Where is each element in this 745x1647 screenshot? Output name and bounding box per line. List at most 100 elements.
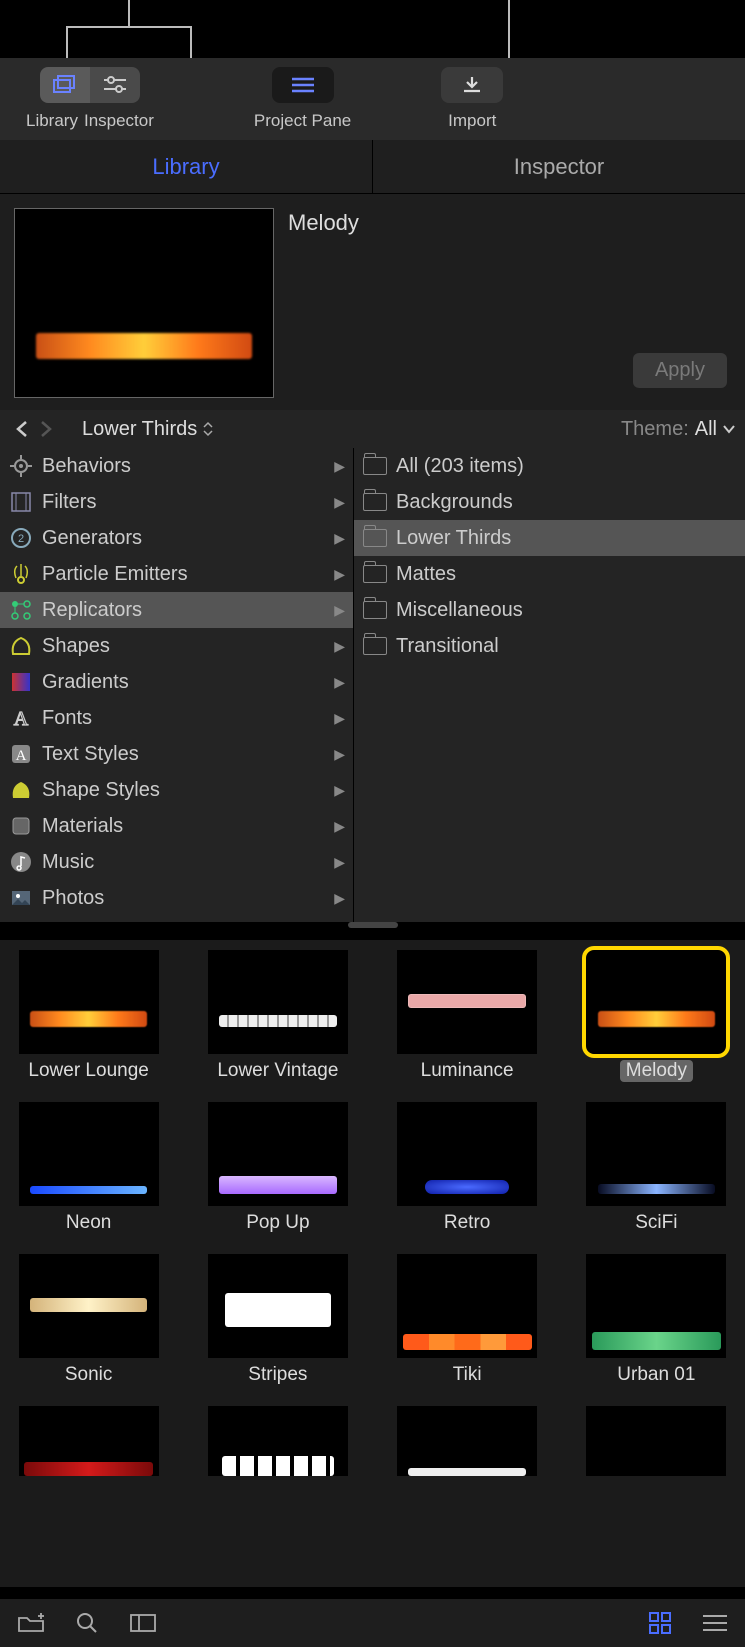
category-row[interactable]: 2Generators▶ xyxy=(0,520,353,556)
category-row[interactable]: Filters▶ xyxy=(0,484,353,520)
folder-icon xyxy=(8,921,34,922)
tab-inspector[interactable]: Inspector xyxy=(373,140,745,193)
category-row[interactable]: AFonts▶ xyxy=(0,700,353,736)
category-row[interactable]: AText Styles▶ xyxy=(0,736,353,772)
subcategory-row[interactable]: Lower Thirds xyxy=(354,520,745,556)
category-row[interactable]: Shapes ▶ xyxy=(0,628,353,664)
library-browser: Behaviors▶Filters▶2Generators▶Particle E… xyxy=(0,448,745,922)
view-list-button[interactable] xyxy=(703,1614,727,1632)
grid-item[interactable] xyxy=(393,1406,542,1476)
sidebar-toggle-button[interactable] xyxy=(130,1614,156,1632)
category-row[interactable]: Photos ▶ xyxy=(0,880,353,916)
grid-item[interactable]: Retro xyxy=(393,1102,542,1234)
category-label: Filters xyxy=(42,491,96,514)
grid-item[interactable] xyxy=(582,1406,731,1476)
category-label: Gradients xyxy=(42,671,129,694)
category-label: Generators xyxy=(42,527,142,550)
grid-thumbnail xyxy=(586,1102,726,1206)
disclosure-arrow-icon: ▶ xyxy=(334,890,345,907)
disclosure-arrow-icon: ▶ xyxy=(334,818,345,835)
disclosure-arrow-icon: ▶ xyxy=(334,638,345,655)
grid-thumbnail xyxy=(208,1254,348,1358)
subcategory-column[interactable]: All (203 items)Backgrounds Lower Thirds Ma… xyxy=(354,448,745,922)
grid-thumbnail xyxy=(397,1102,537,1206)
grid-item[interactable]: Urban 01 xyxy=(582,1254,731,1386)
grid-item[interactable]: Tiki xyxy=(393,1254,542,1386)
path-bar: Lower Thirds Theme: All xyxy=(0,410,745,448)
category-row[interactable]: Materials▶ xyxy=(0,808,353,844)
gear-icon xyxy=(8,453,34,479)
library-toggle[interactable] xyxy=(40,67,90,103)
apply-button[interactable]: Apply xyxy=(633,353,727,388)
disclosure-arrow-icon: ▶ xyxy=(334,458,345,475)
grid-item[interactable] xyxy=(14,1406,163,1476)
theme-label: Theme: xyxy=(621,418,689,441)
music-icon xyxy=(8,849,34,875)
grid-thumbnail xyxy=(19,950,159,1054)
theme-value[interactable]: All xyxy=(695,418,717,441)
grid-item[interactable]: Lower Lounge xyxy=(14,950,163,1082)
category-row[interactable]: Gradients▶ xyxy=(0,664,353,700)
search-button[interactable] xyxy=(76,1612,98,1634)
chevron-left-icon xyxy=(16,421,28,437)
subcategory-row[interactable]: Transitional xyxy=(354,628,745,664)
inspector-toggle[interactable] xyxy=(90,67,140,103)
category-row[interactable]: Shape Styles▶ xyxy=(0,772,353,808)
category-column[interactable]: Behaviors▶Filters▶2Generators▶Particle E… xyxy=(0,448,354,922)
folder-icon xyxy=(362,561,388,587)
grid-item[interactable] xyxy=(203,1406,352,1476)
library-inspector-segmented xyxy=(40,67,140,103)
grid-item[interactable]: SciFi xyxy=(582,1102,731,1234)
grid-item[interactable]: Neon xyxy=(14,1102,163,1234)
category-row[interactable]: Behaviors▶ xyxy=(0,448,353,484)
category-row[interactable]: Music▶ xyxy=(0,844,353,880)
grid-item-label: Melody xyxy=(620,1060,693,1082)
svg-text:2: 2 xyxy=(18,533,24,545)
category-label: Shapes xyxy=(42,635,110,658)
new-folder-button[interactable] xyxy=(18,1613,44,1633)
import-button[interactable] xyxy=(441,67,503,103)
grid-item-label: Tiki xyxy=(453,1364,482,1386)
disclosure-arrow-icon: ▶ xyxy=(334,566,345,583)
grid-thumbnail xyxy=(586,1254,726,1358)
toolbar: Library Inspector Project Pane Import xyxy=(0,58,745,140)
library-icon xyxy=(53,75,77,95)
grid-item[interactable]: Pop Up xyxy=(203,1102,352,1234)
subcategory-row[interactable]: Miscellaneous xyxy=(354,592,745,628)
grid-thumbnail xyxy=(19,1102,159,1206)
list-view-icon xyxy=(703,1614,727,1632)
chevron-down-icon xyxy=(723,424,735,434)
chevron-right-icon xyxy=(40,421,52,437)
category-row[interactable]: Replicators▶ xyxy=(0,592,353,628)
subcategory-row[interactable]: All (203 items) xyxy=(354,448,745,484)
tab-library[interactable]: Library xyxy=(0,140,372,193)
shape-icon xyxy=(8,633,34,659)
subcategory-row[interactable]: Mattes xyxy=(354,556,745,592)
view-grid-button[interactable] xyxy=(649,1612,671,1634)
nav-forward[interactable] xyxy=(34,421,58,437)
grid-item[interactable]: Stripes xyxy=(203,1254,352,1386)
square-icon xyxy=(8,813,34,839)
project-pane-button[interactable] xyxy=(272,67,334,103)
category-label: Photos xyxy=(42,887,104,910)
category-label: Particle Emitters xyxy=(42,563,188,586)
nav-back[interactable] xyxy=(10,421,34,437)
grid-item[interactable]: Lower Vintage xyxy=(203,950,352,1082)
category-row[interactable]: Content▶ xyxy=(0,916,353,922)
project-pane-label: Project Pane xyxy=(254,111,351,131)
subcategory-row[interactable]: Backgrounds xyxy=(354,484,745,520)
grid-item[interactable]: Sonic xyxy=(14,1254,163,1386)
path-popup[interactable]: Lower Thirds xyxy=(82,418,213,441)
subcategory-label: Lower Thirds xyxy=(396,527,511,550)
category-row[interactable]: Particle Emitters ▶ xyxy=(0,556,353,592)
content-grid[interactable]: Lower Lounge Lower Vintage Luminance Melody… xyxy=(0,940,745,1587)
split-drag-handle[interactable] xyxy=(348,922,398,928)
grid-item-label: Stripes xyxy=(248,1364,307,1386)
grid-item[interactable]: Melody xyxy=(582,950,731,1082)
grid-item-label: Lower Lounge xyxy=(28,1060,148,1082)
popup-arrows-icon xyxy=(203,421,213,437)
grid-thumbnail xyxy=(208,1406,348,1476)
preview-thumbnail[interactable] xyxy=(14,208,274,398)
sidebar-icon xyxy=(130,1614,156,1632)
grid-item[interactable]: Luminance xyxy=(393,950,542,1082)
